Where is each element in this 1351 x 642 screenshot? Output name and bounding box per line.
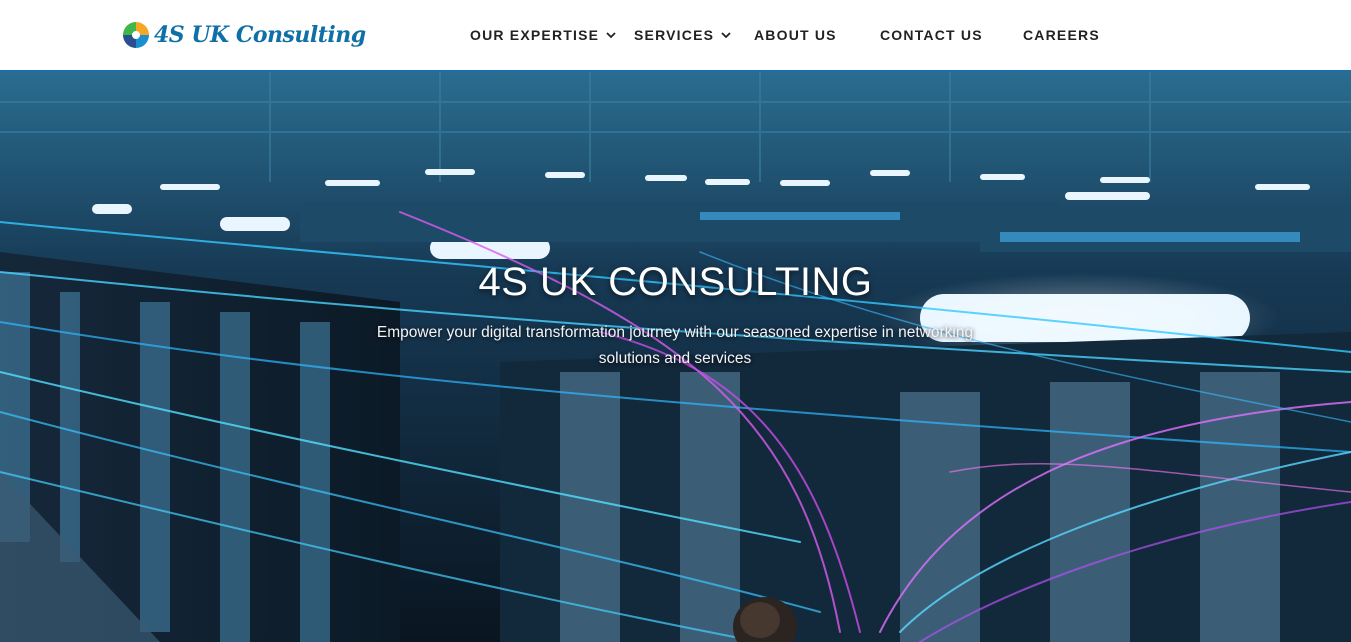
brand-name: 4S UK Consulting [154,22,366,48]
nav-label: CONTACT US [880,27,983,43]
nav-label: OUR EXPERTISE [470,27,600,43]
swirl-logo-icon [120,19,152,51]
nav-services[interactable]: SERVICES [634,27,732,43]
chevron-down-icon [721,32,731,39]
nav-label: SERVICES [634,27,715,43]
hero-banner: 4S UK CONSULTING Empower your digital tr… [0,72,1351,642]
hero-subtitle: Empower your digital transformation jour… [376,324,974,367]
nav-label: ABOUT US [754,27,837,43]
nav-label: CAREERS [1023,27,1100,43]
nav-careers[interactable]: CAREERS [1023,27,1100,43]
brand-logo[interactable]: 4S UK Consulting [120,16,366,54]
nav-about-us[interactable]: ABOUT US [754,27,837,43]
nav-contact-us[interactable]: CONTACT US [880,27,983,43]
chevron-down-icon [606,32,616,39]
site-header: 4S UK Consulting OUR EXPERTISE SERVICES … [0,0,1351,72]
hero-title: 4S UK CONSULTING [478,260,873,304]
nav-our-expertise[interactable]: OUR EXPERTISE [470,27,617,43]
